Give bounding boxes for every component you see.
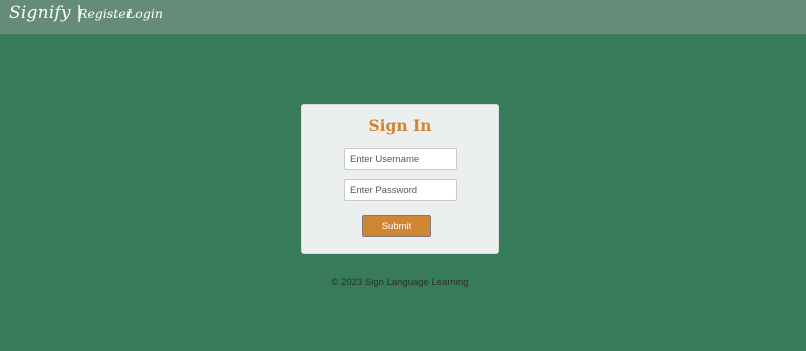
footer-copyright: © 2023 Sign Language Learning (331, 277, 469, 288)
signin-title: Sign In (368, 116, 432, 135)
brand-logo[interactable]: Signify | (9, 3, 82, 23)
nav-link-login[interactable]: Login (127, 6, 163, 21)
password-input[interactable] (344, 179, 457, 201)
top-navbar: Signify | Register Login (0, 0, 806, 34)
signin-card: Sign In Submit (301, 104, 499, 254)
submit-button[interactable]: Submit (362, 215, 431, 237)
username-input[interactable] (344, 148, 457, 170)
nav-link-register[interactable]: Register (78, 6, 132, 21)
